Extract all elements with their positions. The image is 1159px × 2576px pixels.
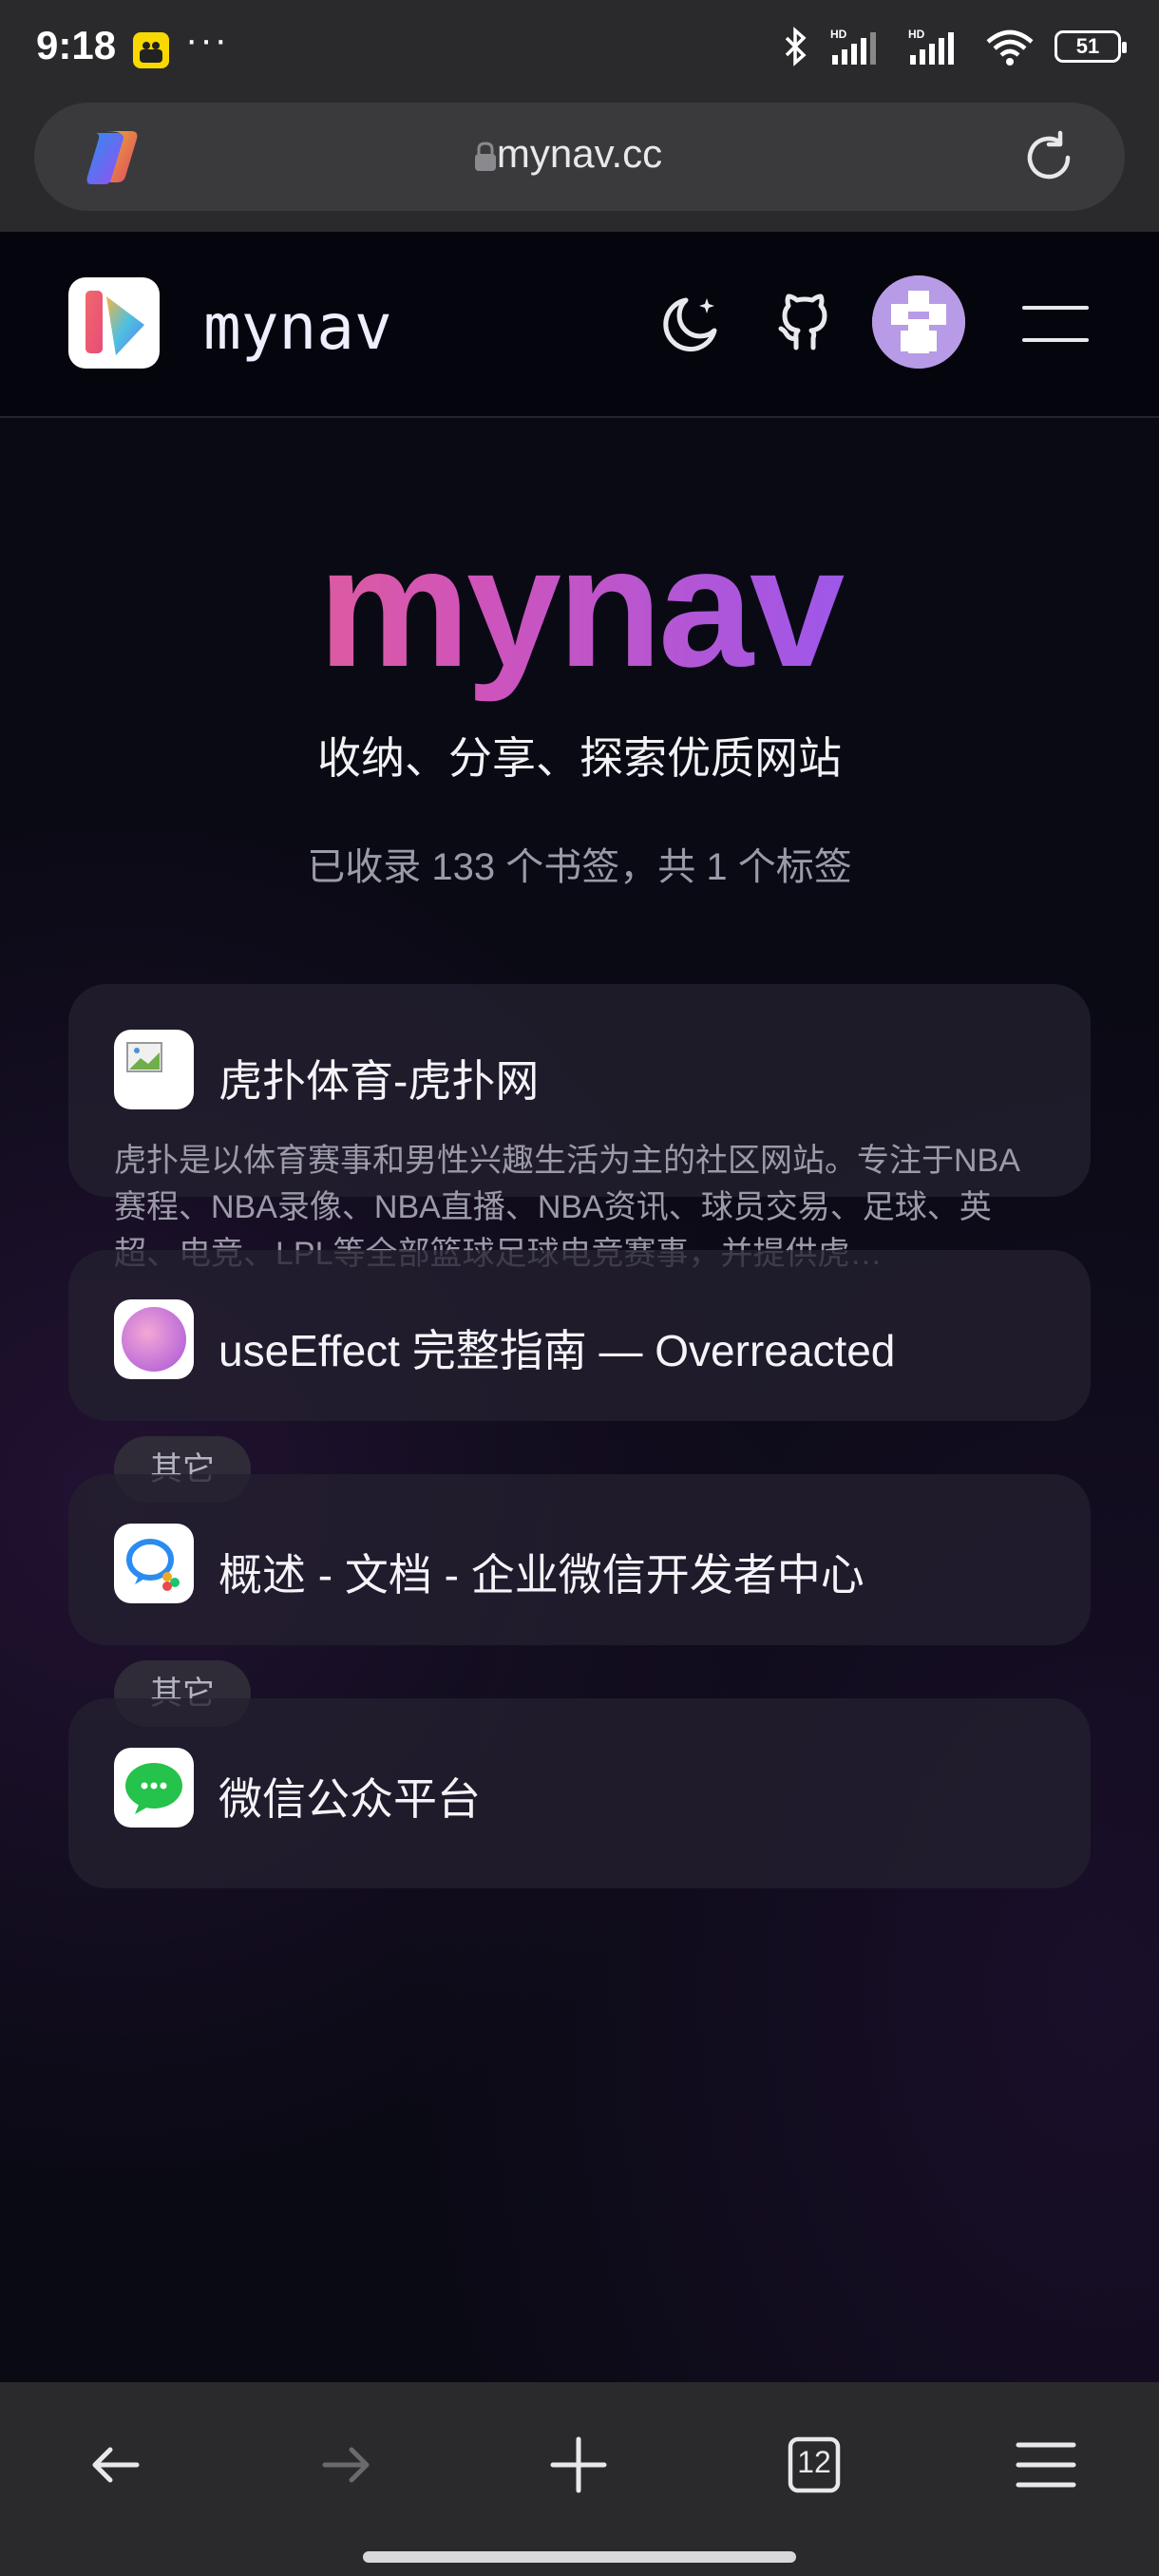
notification-app-icon bbox=[133, 32, 169, 68]
theme-toggle-moon-icon[interactable] bbox=[657, 291, 724, 357]
site-header: mynav bbox=[0, 232, 1159, 418]
hero-stats: 已收录 133 个书签，共 1 个标签 bbox=[307, 846, 852, 888]
cell-signal-hd-icon: HD bbox=[830, 28, 876, 65]
battery-icon: 51 bbox=[1054, 30, 1127, 63]
svg-text:HD: HD bbox=[830, 28, 847, 41]
hamburger-menu-icon[interactable] bbox=[1020, 302, 1091, 346]
bookmark-card[interactable]: useEffect 完整指南 — Overreacted 其它 bbox=[68, 1250, 1091, 1503]
site-name[interactable]: mynav bbox=[203, 291, 392, 364]
github-icon[interactable] bbox=[771, 289, 838, 355]
bookmark-card[interactable]: 虎扑体育-虎扑网 虎扑是以体育赛事和男性兴趣生活为主的社区网站。专注于NBA赛程… bbox=[68, 984, 1091, 1272]
new-tab-plus-icon[interactable] bbox=[545, 2432, 612, 2498]
status-bar: 9:18 ··· HD HD 51 bbox=[0, 0, 1159, 103]
wechat-icon bbox=[114, 1748, 194, 1828]
browser-toolbar: mynav.cc bbox=[0, 103, 1159, 232]
browser-menu-icon[interactable] bbox=[1013, 2432, 1079, 2498]
svg-text:HD: HD bbox=[908, 28, 925, 41]
status-icons: HD HD 51 bbox=[781, 27, 1127, 66]
url-text[interactable]: mynav.cc bbox=[34, 131, 1125, 177]
browser-bottom-bar: 12 bbox=[0, 2382, 1159, 2576]
bluetooth-icon bbox=[785, 27, 807, 66]
card-title[interactable]: 概述 - 文档 - 企业微信开发者中心 bbox=[218, 1541, 864, 1603]
gradient-circle-icon bbox=[114, 1299, 194, 1379]
battery-level: 51 bbox=[1075, 34, 1100, 58]
hero-subtitle: 收纳、分享、探索优质网站 bbox=[317, 733, 842, 783]
tabs-button[interactable]: 12 bbox=[781, 2432, 847, 2498]
home-indicator[interactable] bbox=[363, 2551, 796, 2563]
broken-image-icon bbox=[114, 1030, 194, 1109]
site-logo[interactable] bbox=[68, 277, 160, 369]
wifi-icon bbox=[986, 29, 1034, 66]
bookmark-card[interactable]: 概述 - 文档 - 企业微信开发者中心 其它 bbox=[68, 1474, 1091, 1727]
status-more-icon: ··· bbox=[185, 19, 229, 61]
tab-count: 12 bbox=[797, 2445, 831, 2479]
card-title[interactable]: useEffect 完整指南 — Overreacted bbox=[218, 1316, 895, 1379]
address-bar[interactable]: mynav.cc bbox=[34, 103, 1125, 211]
bookmark-card[interactable]: 微信公众平台 bbox=[68, 1698, 1091, 1888]
avatar[interactable] bbox=[872, 275, 965, 369]
back-icon[interactable] bbox=[82, 2432, 148, 2498]
card-title[interactable]: 微信公众平台 bbox=[218, 1765, 481, 1828]
status-time: 9:18 bbox=[36, 23, 117, 67]
main-content: mynav 收纳、分享、探索优质网站 已收录 133 个书签，共 1 个标签 虎… bbox=[0, 418, 1159, 2384]
hero-title: mynav bbox=[0, 513, 1159, 703]
wecom-icon bbox=[114, 1524, 194, 1603]
card-title[interactable]: 虎扑体育-虎扑网 bbox=[218, 1047, 539, 1109]
forward-icon[interactable] bbox=[314, 2432, 380, 2498]
cell-signal-hd-icon-2: HD bbox=[908, 28, 954, 65]
reload-icon[interactable] bbox=[1020, 129, 1077, 186]
